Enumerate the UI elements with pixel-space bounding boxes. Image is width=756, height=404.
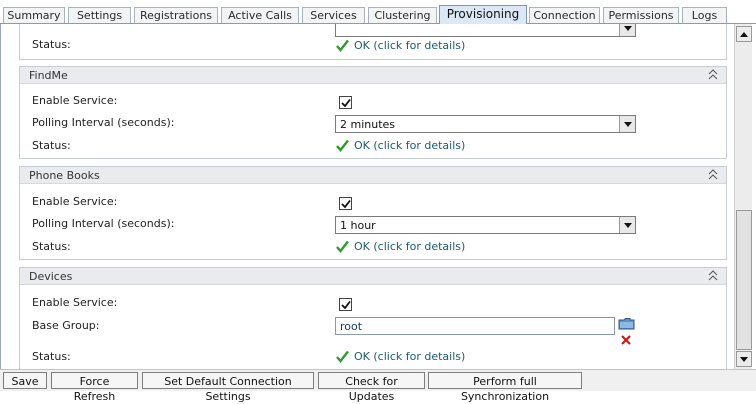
folder-icon[interactable] [618, 317, 636, 331]
full-sync-button[interactable]: Perform full Synchronization [428, 372, 582, 403]
status-text: OK (click for details) [354, 138, 466, 152]
section-title: Devices [29, 270, 73, 283]
force-refresh-button[interactable]: Force Refresh [51, 372, 138, 403]
tab-active-calls[interactable]: Active Calls [221, 7, 299, 24]
action-bar: Save Force Refresh Set Default Connectio… [0, 369, 756, 403]
checkmark-icon [341, 199, 351, 209]
clear-icon[interactable] [620, 334, 632, 346]
status-label: Status: [32, 240, 71, 253]
dropdown-arrow-icon [619, 217, 635, 233]
check-icon [336, 139, 349, 152]
partial-select[interactable] [335, 24, 636, 37]
tab-clustering[interactable]: Clustering [368, 7, 437, 24]
section-title: Phone Books [29, 169, 100, 182]
checkmark-icon [341, 300, 351, 310]
section-header: FindMe [20, 67, 726, 84]
tab-provisioning[interactable]: Provisioning [439, 5, 527, 24]
base-group-label: Base Group: [32, 319, 100, 332]
provisioning-pane: Status: OK (click for details) FindMe En… [0, 24, 756, 369]
status-text: OK (click for details) [354, 349, 466, 363]
collapse-icon[interactable] [708, 168, 718, 182]
arrow-up-icon [740, 31, 748, 37]
section-title: FindMe [29, 69, 68, 82]
status-link[interactable]: OK (click for details) [336, 238, 465, 254]
polling-interval-select[interactable]: 2 minutes [335, 115, 636, 133]
base-group-field[interactable]: root [335, 317, 615, 335]
check-icon [336, 350, 349, 363]
dropdown-arrow-icon [619, 116, 635, 132]
enable-service-label: Enable Service: [32, 94, 118, 107]
section-devices: Devices Enable Service: Base Group: root… [19, 267, 727, 369]
tab-registrations[interactable]: Registrations [134, 7, 218, 24]
status-label: Status: [32, 350, 71, 363]
dropdown-arrow-icon [619, 24, 635, 36]
arrow-down-icon [740, 356, 748, 362]
tab-permissions[interactable]: Permissions [603, 7, 679, 24]
tab-services[interactable]: Services [302, 7, 365, 24]
check-icon [336, 39, 349, 52]
enable-service-checkbox[interactable] [339, 298, 352, 311]
vertical-scrollbar[interactable] [734, 24, 752, 369]
status-link[interactable]: OK (click for details) [336, 348, 465, 364]
enable-service-label: Enable Service: [32, 195, 118, 208]
section-partial-top: Status: OK (click for details) [19, 24, 727, 60]
tab-settings[interactable]: Settings [68, 7, 131, 24]
status-label: Status: [32, 139, 71, 152]
tab-logs[interactable]: Logs [682, 7, 727, 24]
section-phone-books: Phone Books Enable Service: Polling Inte… [19, 166, 727, 260]
enable-service-checkbox[interactable] [339, 96, 352, 109]
scroll-down-button[interactable] [736, 351, 752, 367]
status-label: Status: [32, 38, 71, 51]
tab-summary[interactable]: Summary [3, 7, 65, 24]
polling-interval-label: Polling Interval (seconds): [32, 217, 175, 230]
status-link[interactable]: OK (click for details) [336, 37, 465, 53]
polling-interval-select[interactable]: 1 hour [335, 216, 636, 234]
status-text: OK (click for details) [354, 239, 466, 253]
check-icon [336, 240, 349, 253]
select-value: 1 hour [340, 219, 376, 232]
tab-connection[interactable]: Connection [529, 7, 600, 24]
status-text: OK (click for details) [354, 38, 466, 52]
section-findme: FindMe Enable Service: Polling Interval … [19, 66, 727, 159]
collapse-icon[interactable] [708, 269, 718, 283]
select-value: 2 minutes [340, 118, 396, 131]
enable-service-label: Enable Service: [32, 296, 118, 309]
checkmark-icon [341, 98, 351, 108]
section-header: Phone Books [20, 167, 726, 184]
status-link[interactable]: OK (click for details) [336, 137, 465, 153]
collapse-icon[interactable] [708, 68, 718, 82]
scroll-up-button[interactable] [736, 26, 752, 42]
save-button[interactable]: Save [3, 372, 47, 389]
scrollbar-thumb[interactable] [736, 210, 752, 350]
enable-service-checkbox[interactable] [339, 197, 352, 210]
tab-bar: Summary Settings Registrations Active Ca… [0, 0, 756, 24]
set-default-connection-button[interactable]: Set Default Connection Settings [142, 372, 314, 403]
check-updates-button[interactable]: Check for Updates [318, 372, 425, 403]
section-header: Devices [20, 268, 726, 285]
scroll-content: Status: OK (click for details) FindMe En… [1, 24, 734, 369]
polling-interval-label: Polling Interval (seconds): [32, 116, 175, 129]
